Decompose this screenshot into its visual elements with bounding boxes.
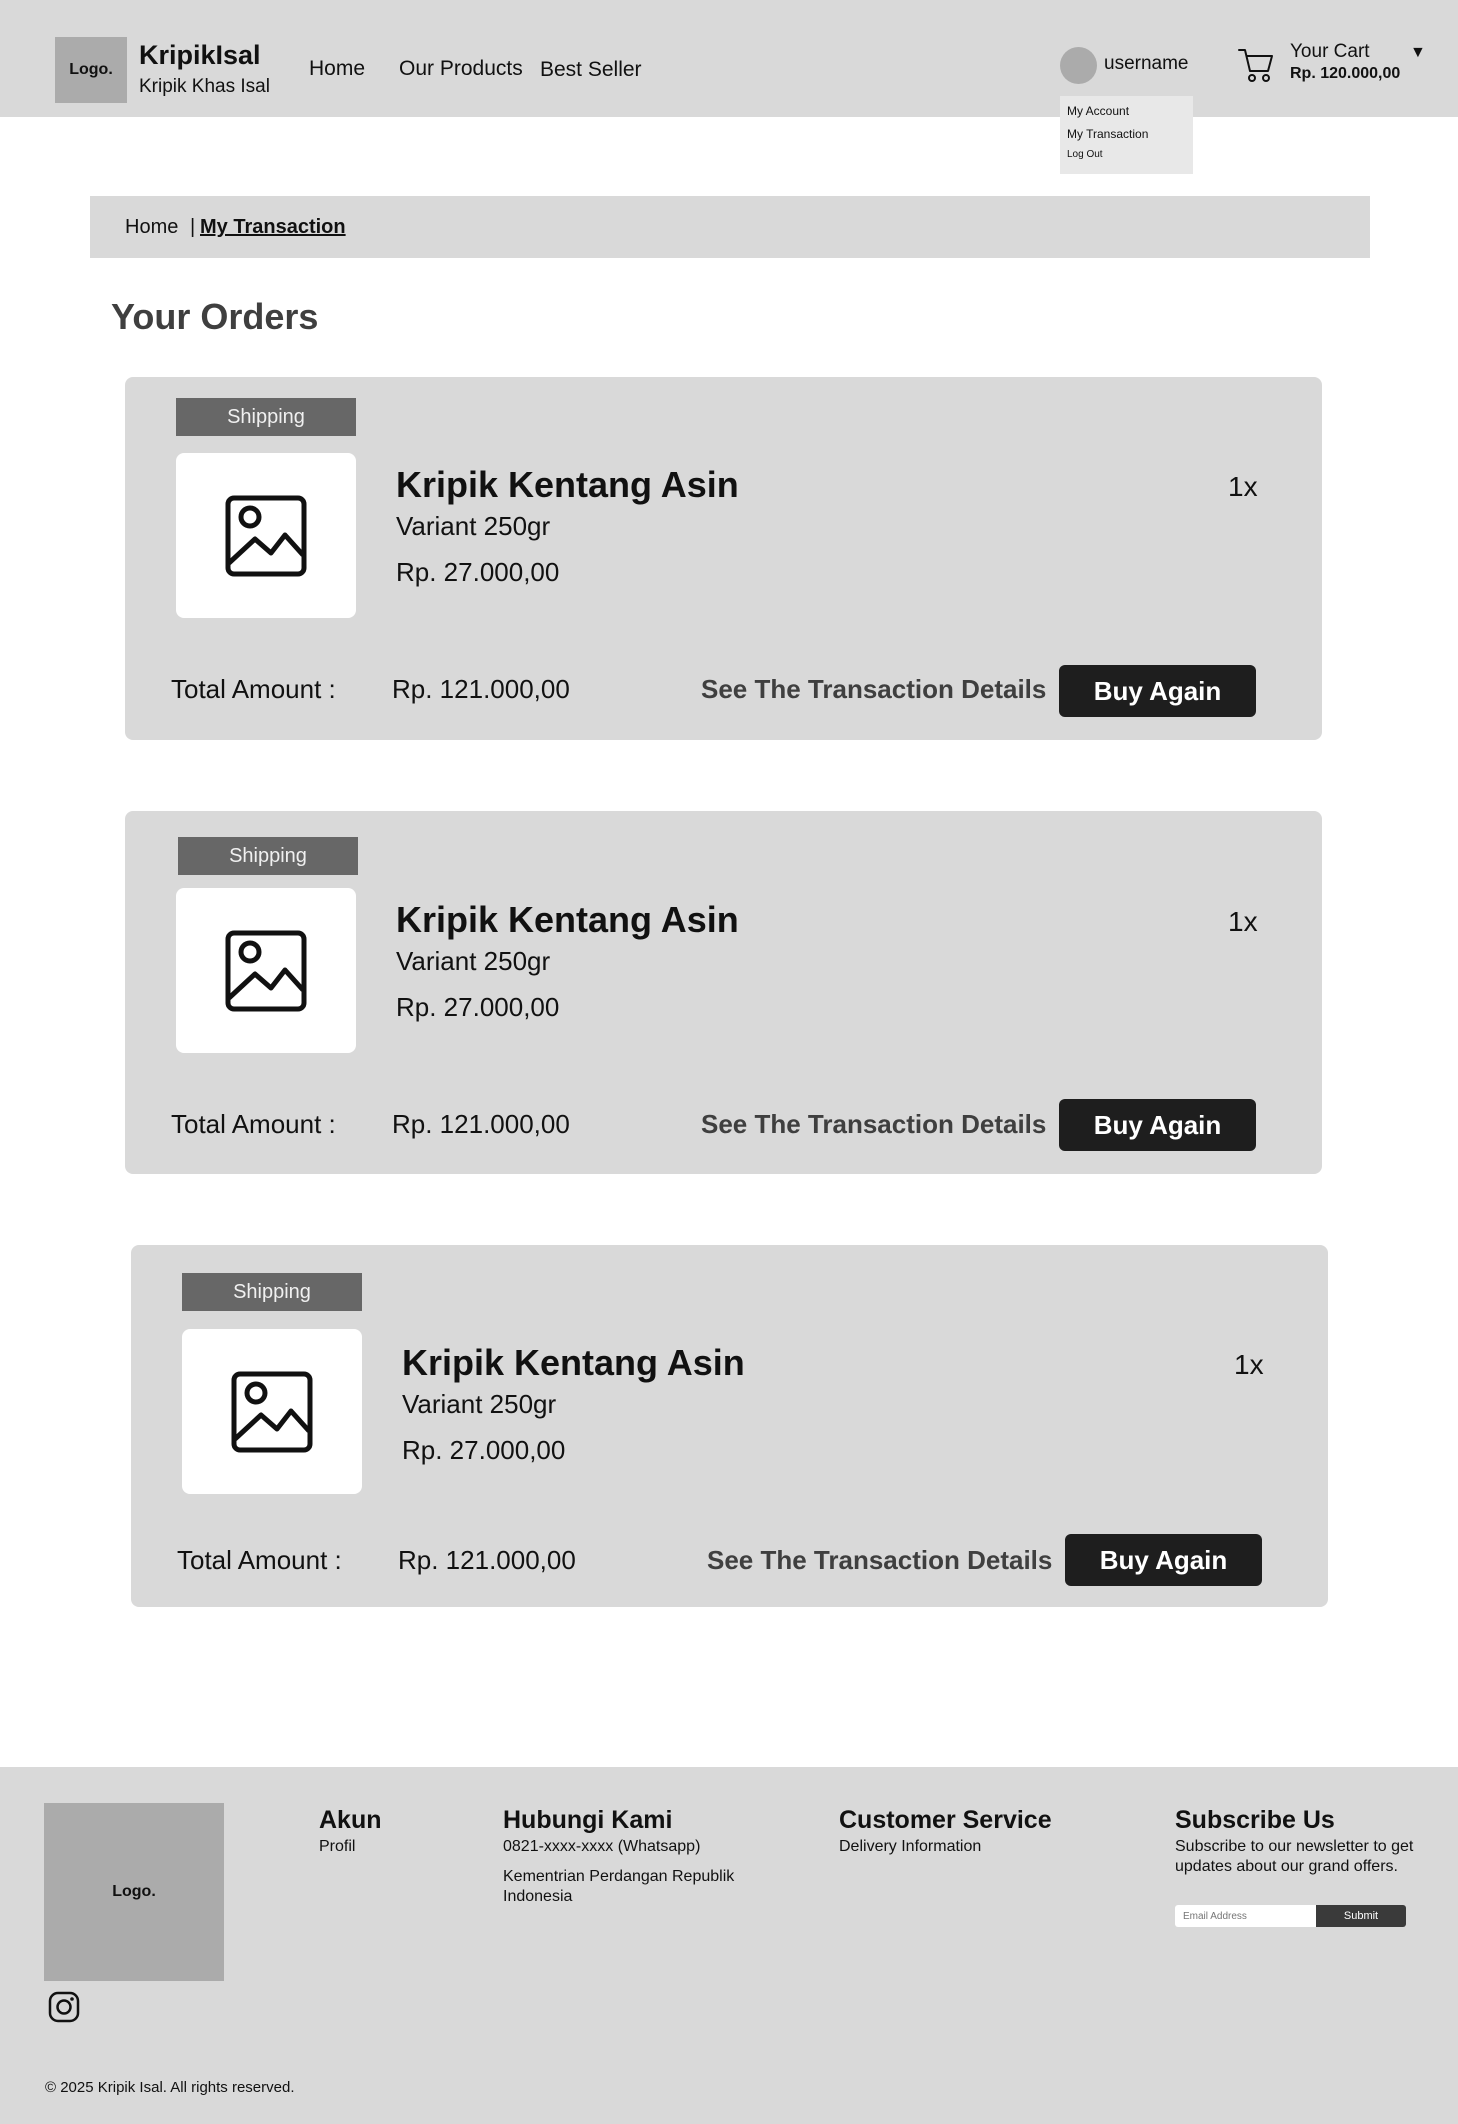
product-variant: Variant 250gr xyxy=(402,1389,557,1419)
instagram-icon[interactable] xyxy=(48,1991,80,2023)
transaction-details-link[interactable]: See The Transaction Details xyxy=(707,1545,1052,1576)
site-footer: Logo. Akun Profil Hubungi Kami 0821-xxxx… xyxy=(0,1767,1458,2124)
product-thumbnail[interactable] xyxy=(176,453,356,618)
site-header: Logo. KripikIsal Kripik Khas Isal Home O… xyxy=(0,0,1458,117)
product-quantity: 1x xyxy=(1234,1349,1264,1380)
product-price: Rp. 27.000,00 xyxy=(396,557,560,587)
total-amount-label: Total Amount : xyxy=(177,1545,342,1575)
breadcrumb-separator: | xyxy=(190,216,196,238)
caret-down-icon[interactable]: ▼ xyxy=(1410,44,1426,62)
product-quantity: 1x xyxy=(1228,471,1258,502)
cart-title[interactable]: Your Cart xyxy=(1290,41,1370,63)
nav-best-seller[interactable]: Best Seller xyxy=(540,58,642,82)
email-field[interactable] xyxy=(1175,1905,1316,1927)
image-placeholder-icon xyxy=(225,495,307,576)
transaction-details-link[interactable]: See The Transaction Details xyxy=(701,1109,1046,1140)
footer-hubungi-title: Hubungi Kami xyxy=(503,1806,673,1834)
menu-my-account[interactable]: My Account xyxy=(1067,104,1193,127)
page-title: Your Orders xyxy=(111,296,319,337)
status-badge: Shipping xyxy=(176,398,356,436)
buy-again-button[interactable]: Buy Again xyxy=(1059,665,1256,717)
menu-log-out[interactable]: Log Out xyxy=(1067,149,1193,161)
subscribe-form: Submit xyxy=(1175,1905,1406,1927)
cart-total: Rp. 120.000,00 xyxy=(1290,65,1401,82)
product-quantity: 1x xyxy=(1228,906,1258,937)
footer-customer-service-title: Customer Service xyxy=(839,1806,1052,1834)
nav-our-products[interactable]: Our Products xyxy=(399,57,523,81)
footer-subscribe-text: Subscribe to our newsletter to get updat… xyxy=(1175,1838,1414,1875)
image-placeholder-icon xyxy=(231,1371,313,1452)
footer-delivery-info-link[interactable]: Delivery Information xyxy=(839,1837,981,1857)
product-variant: Variant 250gr xyxy=(396,511,551,541)
buy-again-button[interactable]: Buy Again xyxy=(1065,1534,1262,1586)
cart-icon[interactable] xyxy=(1237,44,1275,84)
status-badge: Shipping xyxy=(178,837,358,875)
order-card: Shipping Kripik Kentang Asin Variant 250… xyxy=(125,811,1322,1174)
nav-home[interactable]: Home xyxy=(309,57,365,81)
transaction-details-link[interactable]: See The Transaction Details xyxy=(701,674,1046,705)
footer-akun-title: Akun xyxy=(319,1806,382,1834)
avatar[interactable] xyxy=(1060,47,1097,84)
status-badge: Shipping xyxy=(182,1273,362,1311)
breadcrumb-current[interactable]: My Transaction xyxy=(200,216,346,239)
header-logo[interactable]: Logo. xyxy=(55,37,127,103)
copyright-text: © 2025 Kripik Isal. All rights reserved. xyxy=(45,2079,295,2096)
breadcrumb: Home | My Transaction xyxy=(90,196,1370,258)
total-amount-value: Rp. 121.000,00 xyxy=(392,674,570,704)
product-name: Kripik Kentang Asin xyxy=(396,899,739,940)
product-thumbnail[interactable] xyxy=(176,888,356,1053)
footer-subscribe-title: Subscribe Us xyxy=(1175,1806,1335,1834)
brand-name: KripikIsal xyxy=(139,40,261,70)
order-card: Shipping Kripik Kentang Asin Variant 250… xyxy=(125,377,1322,740)
brand-tagline: Kripik Khas Isal xyxy=(139,76,270,97)
footer-logo[interactable]: Logo. xyxy=(44,1803,224,1981)
account-dropdown: My Account My Transaction Log Out xyxy=(1060,96,1193,174)
username-label[interactable]: username xyxy=(1104,53,1189,75)
product-price: Rp. 27.000,00 xyxy=(402,1435,566,1465)
footer-phone: 0821-xxxx-xxxx (Whatsapp) xyxy=(503,1838,701,1855)
footer-profil-link[interactable]: Profil xyxy=(319,1837,355,1857)
menu-my-transaction[interactable]: My Transaction xyxy=(1067,127,1193,149)
footer-address: Kementrian Perdangan Republik Indonesia xyxy=(503,1868,735,1905)
order-card: Shipping Kripik Kentang Asin Variant 250… xyxy=(131,1245,1328,1607)
total-amount-label: Total Amount : xyxy=(171,674,336,704)
total-amount-value: Rp. 121.000,00 xyxy=(392,1109,570,1139)
product-thumbnail[interactable] xyxy=(182,1329,362,1494)
product-name: Kripik Kentang Asin xyxy=(396,464,739,505)
breadcrumb-home[interactable]: Home xyxy=(125,216,178,239)
total-amount-value: Rp. 121.000,00 xyxy=(398,1545,576,1575)
product-name: Kripik Kentang Asin xyxy=(402,1342,745,1383)
image-placeholder-icon xyxy=(225,930,307,1011)
buy-again-button[interactable]: Buy Again xyxy=(1059,1099,1256,1151)
product-variant: Variant 250gr xyxy=(396,946,551,976)
total-amount-label: Total Amount : xyxy=(171,1109,336,1139)
subscribe-submit-button[interactable]: Submit xyxy=(1316,1905,1406,1927)
product-price: Rp. 27.000,00 xyxy=(396,992,560,1022)
